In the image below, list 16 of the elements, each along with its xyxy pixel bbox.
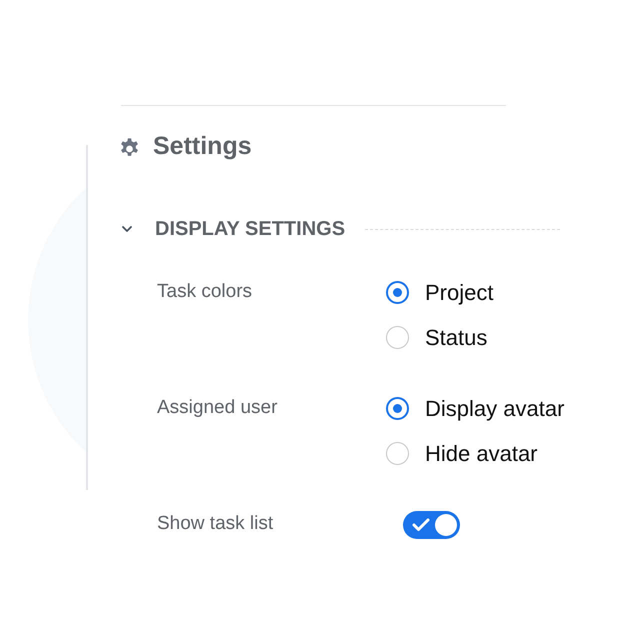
radio-button[interactable] — [386, 326, 409, 349]
toggle-switch[interactable] — [403, 510, 460, 538]
settings-title: Settings — [153, 131, 252, 162]
check-icon — [412, 518, 430, 532]
settings-icon — [118, 136, 141, 158]
setting-label: Assigned user — [157, 396, 278, 420]
option-label: Hide avatar — [425, 440, 538, 468]
option-label: Project — [425, 279, 494, 307]
option-label: Display avatar — [425, 395, 564, 423]
radio-button[interactable] — [386, 397, 409, 420]
setting-label: Task colors — [157, 280, 252, 304]
radio-button[interactable] — [386, 442, 409, 465]
section-title: DISPLAY SETTINGS — [155, 217, 346, 242]
option-label: Status — [425, 324, 488, 352]
radio-button[interactable] — [386, 281, 409, 304]
setting-label: Show task list — [157, 512, 274, 536]
